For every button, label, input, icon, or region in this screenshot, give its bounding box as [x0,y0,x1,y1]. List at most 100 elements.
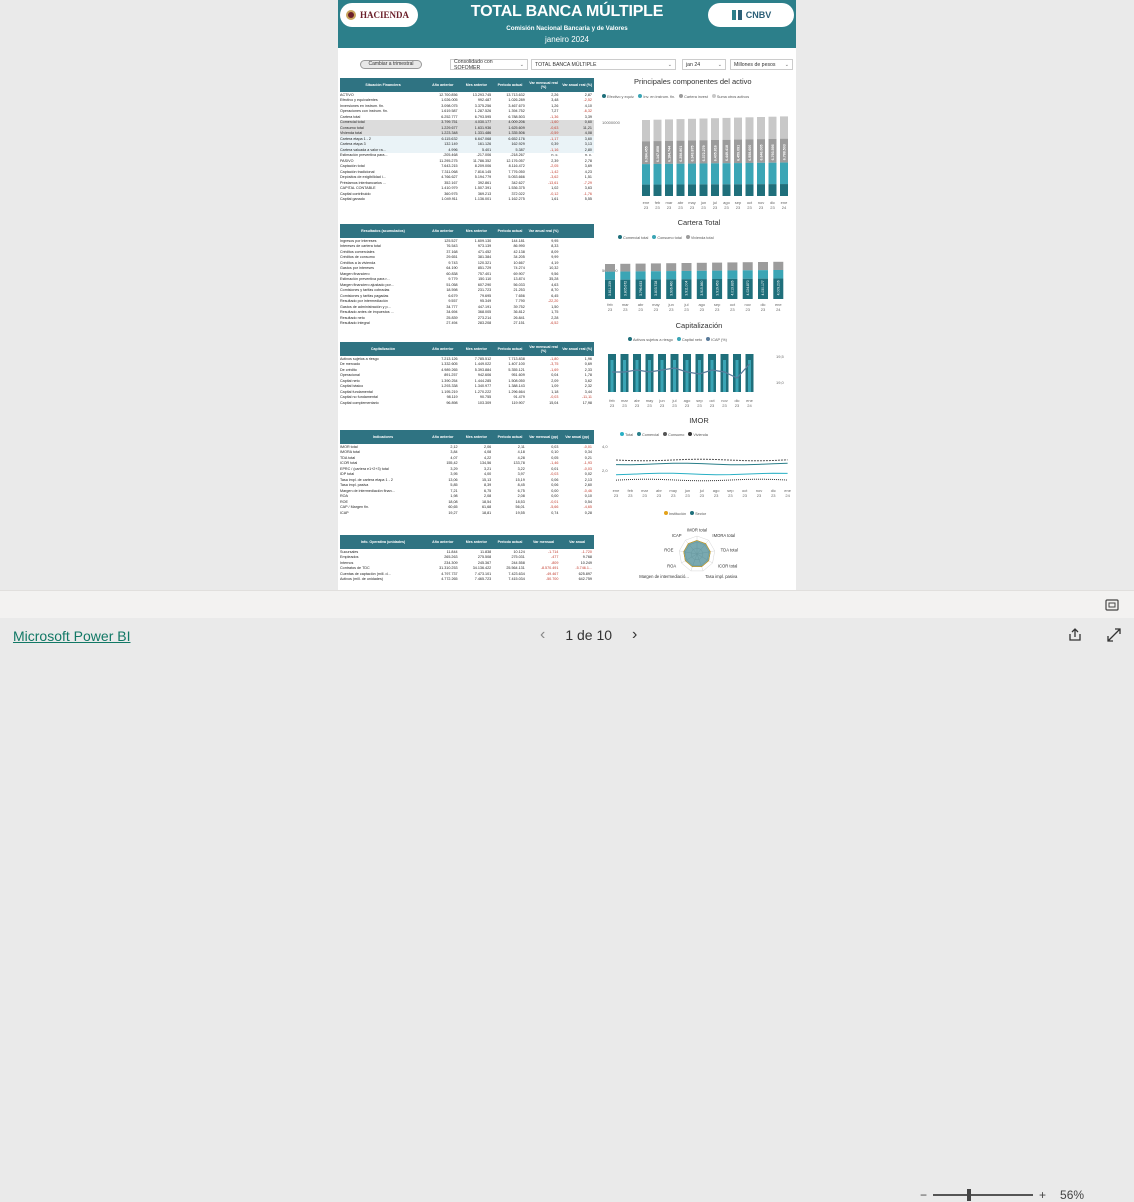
column-header[interactable]: Periodo actual [493,435,527,439]
power-bi-link[interactable]: Microsoft Power BI [13,628,130,644]
fullscreen-icon[interactable] [1106,627,1122,643]
legend-item[interactable]: Vivienda total [685,235,714,240]
cell-value: 1,50 [551,304,559,309]
cell-value: 4,63 [551,282,559,287]
row-label: ICAP [340,510,349,515]
legend-item[interactable]: Inv. en instrum. fin. [638,94,675,99]
legend-item[interactable]: Institución [664,511,686,516]
zoom-slider-thumb[interactable] [967,1189,972,1201]
zoom-out-button[interactable]: − [920,1188,927,1202]
cell-value: 1,75 [551,310,559,315]
x-tick-label: 23 [757,493,762,498]
bar-segment [642,184,650,196]
cell-value: 7.213.126 [441,356,458,361]
legend-item[interactable]: Comercial total [618,235,648,240]
column-header[interactable]: Var mensual [527,540,561,544]
trimestral-toggle-button[interactable]: Cambiar a trimestral [360,60,422,69]
mes-dropdown[interactable]: jan 24 ⌄ [682,59,726,70]
legend-item[interactable]: Vivienda [688,432,708,437]
zoom-in-button[interactable]: + [1039,1188,1046,1202]
legend-item[interactable]: Capital neto [676,337,702,342]
imor-series-line [615,458,788,462]
cell-value: 625.897 [578,571,592,576]
column-header[interactable]: Periodo actual [493,83,527,87]
table-row: CAPITAL CONTABLE 1.410.979 1.507.391 1.536.… [340,186,594,192]
legend-label: Suma otros activos [716,95,750,99]
column-header[interactable]: Año anterior [426,229,460,233]
column-header[interactable]: Var anual [560,540,594,544]
column-header[interactable]: Indicadores [340,435,426,439]
column-header[interactable]: Periodo actual [493,540,527,544]
cell-value: -0,03 [549,472,559,477]
column-header[interactable]: Var anual real (%) [560,83,594,87]
cell-value: 8.116.472 [508,164,525,169]
column-header[interactable]: Mes anterior [460,435,494,439]
fit-to-page-icon[interactable] [1105,599,1119,611]
column-header[interactable]: Info. Operativa (unidades) [340,540,426,544]
cell-value: -1,76 [583,191,592,196]
column-header[interactable]: Situación Financiera [340,83,426,87]
column-header[interactable]: Var anual real (%) [560,347,594,351]
row-label: Efectivo y equivalentes [340,98,378,103]
legend-item[interactable]: Total [620,432,633,437]
cell-value: 2,08 [484,494,492,499]
cell-value: 471.452 [477,249,492,254]
column-header[interactable]: Var anual real (%) [527,229,561,233]
share-icon[interactable] [1067,627,1083,643]
bar-segment [653,119,662,142]
legend-item[interactable]: ICAP (%) [706,337,727,342]
column-header[interactable]: Mes anterior [460,83,494,87]
legend-item[interactable]: Consumo total [652,235,682,240]
column-header[interactable]: Año anterior [426,435,460,439]
cell-value: 1.619.587 [441,109,458,114]
column-header[interactable]: Mes anterior [460,347,494,351]
cell-value: 0,06 [551,477,559,482]
column-header[interactable]: Var anual (pp) [560,435,594,439]
column-header[interactable]: Año anterior [426,83,460,87]
legend-item[interactable]: Consumo [663,432,684,437]
x-tick-label: 23 [690,205,695,210]
cell-value: 9.743 [448,260,458,265]
cell-value: 1.332.605 [441,362,458,367]
institucion-dropdown[interactable]: TOTAL BANCA MÚLTIPLE ⌄ [531,59,676,70]
cell-value: 2,32 [584,384,592,389]
icap-line [612,363,750,379]
cell-value: 368.005 [477,310,492,315]
next-page-icon[interactable]: › [632,626,637,644]
column-header[interactable]: Año anterior [426,540,460,544]
legend-item[interactable]: Efectivo y equiv. [602,94,634,99]
bar-segment [650,263,661,272]
previous-page-icon[interactable]: ‹ [540,626,545,644]
unidades-dropdown[interactable]: Millones de pesos ⌄ [730,59,793,70]
column-header[interactable]: Var mensual real (%) [527,345,561,353]
cell-value: 1.410.979 [441,186,458,191]
column-header[interactable]: Mes anterior [460,540,494,544]
column-header[interactable]: Capitalización [340,347,426,351]
bar-segment [727,262,738,271]
legend-item[interactable]: Cartera invest [679,94,708,99]
column-header[interactable]: Periodo actual [493,229,527,233]
column-header[interactable]: Año anterior [426,347,460,351]
column-header[interactable]: Var mensual (pp) [527,435,561,439]
consolidado-dropdown[interactable]: Consolidado con SOFOMER ⌄ [450,59,528,71]
column-header[interactable]: Mes anterior [460,229,494,233]
legend-item[interactable]: Comercial [637,432,659,437]
cell-value: -22,20 [547,299,559,304]
zoom-slider[interactable] [933,1189,1034,1201]
legend-item[interactable]: Sector [690,511,706,516]
bar-data-label: 6.372.279 [702,145,706,161]
cell-value: 1.331.486 [474,131,492,136]
legend-item[interactable]: Suma otros activos [711,94,750,99]
column-header[interactable]: Var mensual real (%) [527,81,561,89]
row-label: CAP / Margen fin. [340,505,370,510]
cell-value: 134,56 [479,461,492,466]
cell-value: 3,69 [584,164,592,169]
legend-item[interactable]: Activos sujetos a riesgo [628,337,673,342]
cell-value: -5,66 [549,505,559,510]
column-header[interactable]: Periodo actual [493,347,527,351]
x-tick-label: 23 [710,403,715,408]
bar [723,360,726,392]
bar-segment [757,117,765,140]
column-header[interactable]: Resultados (acumulados) [340,229,426,233]
cell-value: 9.768 [582,555,592,560]
